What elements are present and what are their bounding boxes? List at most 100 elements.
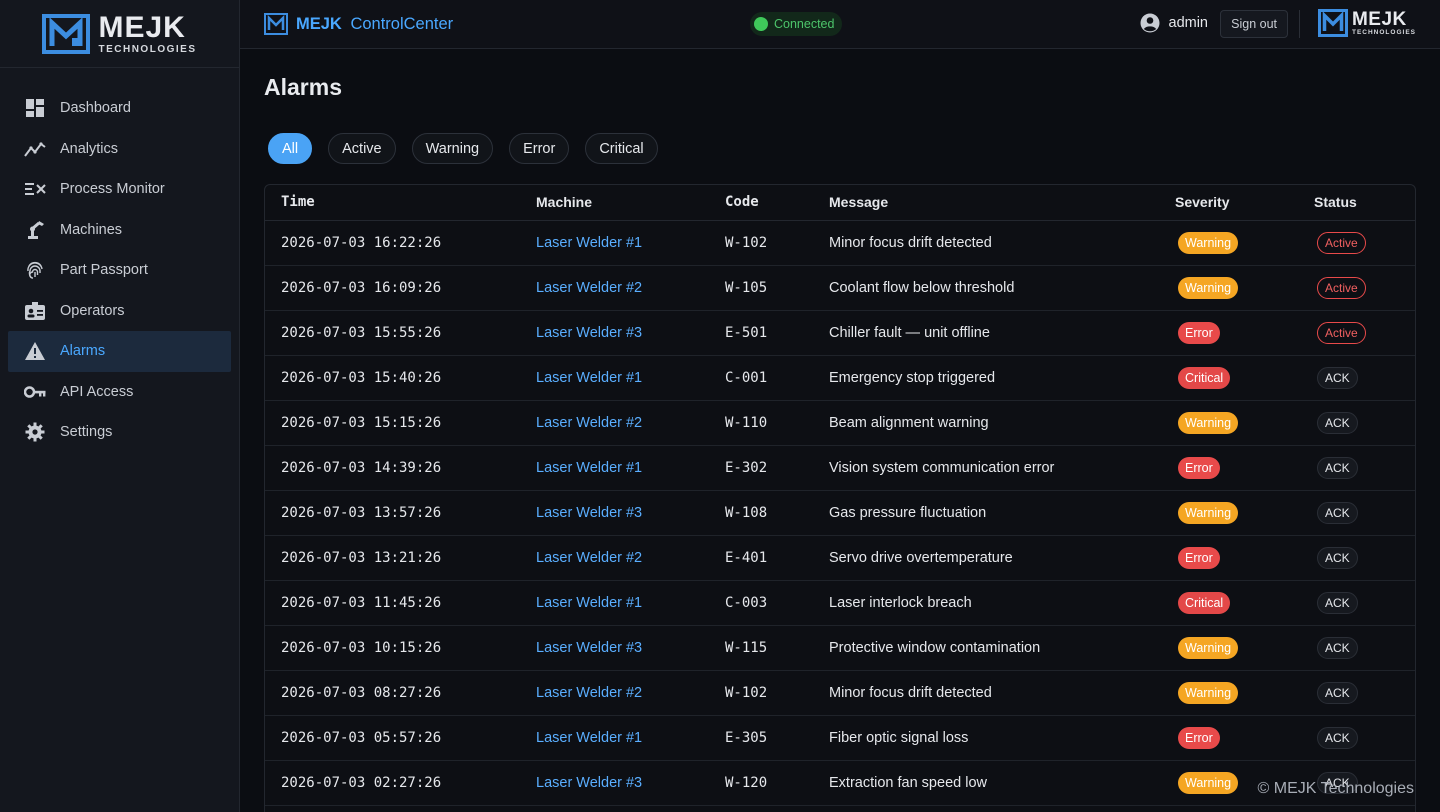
status-badge[interactable]: ACK [1317,681,1358,704]
machine-link[interactable]: Laser Welder #3 [536,775,642,791]
alarm-message: Servo drive overtemperature [829,535,1175,581]
sidebar-item-settings[interactable]: Settings [8,412,231,453]
sign-out-button[interactable]: Sign out [1220,10,1288,38]
column-header-severity[interactable]: Severity [1175,185,1314,221]
table-row[interactable]: 2026-07-03 10:15:26 Laser Welder #3 W-115 P… [265,625,1415,671]
alarm-message: Minor focus drift detected [829,670,1175,716]
alarm-code: E-401 [725,535,829,581]
filter-chip-error[interactable]: Error [509,133,570,164]
table-row[interactable]: 2026-07-03 15:40:26 Laser Welder #1 C-001 E… [265,355,1415,401]
column-header-code[interactable]: Code [725,185,829,221]
alarm-code: W-102 [725,220,829,266]
table-row[interactable]: 2026-07-03 13:21:26 Laser Welder #2 E-401 S… [265,535,1415,581]
sidebar-item-alarms[interactable]: Alarms [8,331,231,372]
machine-link[interactable]: Laser Welder #1 [536,235,642,251]
machine-link[interactable]: Laser Welder #3 [536,640,642,656]
key-icon [24,381,46,403]
alarm-message: Chiller fault — unit offline [829,310,1175,356]
logo-name: MEJK [98,10,186,44]
column-header-message[interactable]: Message [829,185,1175,221]
status-badge[interactable]: ACK [1317,501,1358,524]
machine-link[interactable]: Laser Welder #2 [536,685,642,701]
table-row[interactable]: 2026-07-03 14:39:26 Laser Welder #1 E-302 V… [265,445,1415,491]
severity-badge: Warning [1178,231,1239,254]
table-row[interactable]: 2026-07-03 16:22:26 Laser Welder #1 W-102 M… [265,220,1415,266]
gear-icon [24,421,46,443]
status-badge[interactable]: ACK [1317,546,1358,569]
filter-chip-active[interactable]: Active [328,133,396,164]
alarms-table: Time Machine Code Message Severity Statu… [265,185,1415,806]
sidebar-item-part-passport[interactable]: Part Passport [8,250,231,291]
status-badge[interactable]: Active [1317,276,1366,299]
sidebar-item-machines[interactable]: Machines [8,210,231,251]
sidebar-logo[interactable]: MEJK TECHNOLOGIES [0,0,239,68]
filter-chip-all[interactable]: All [268,133,313,164]
alarm-message: Emergency stop triggered [829,355,1175,401]
table-row[interactable]: 2026-07-03 13:57:26 Laser Welder #3 W-108 G… [265,490,1415,536]
sidebar-item-operators[interactable]: Operators [8,291,231,332]
alarms-table-container[interactable]: Time Machine Code Message Severity Statu… [264,184,1416,812]
alarm-time: 2026-07-03 16:22:26 [265,220,536,266]
user-menu[interactable]: admin [1140,13,1209,33]
alarm-code: E-305 [725,715,829,761]
alarm-message: Coolant flow below threshold [829,265,1175,311]
severity-badge: Warning [1178,276,1239,299]
sidebar-item-api-access[interactable]: API Access [8,372,231,413]
table-row[interactable]: 2026-07-03 11:45:26 Laser Welder #1 C-003 L… [265,580,1415,626]
alarm-time: 2026-07-03 02:27:26 [265,760,536,806]
table-row[interactable]: 2026-07-03 05:57:26 Laser Welder #1 E-305 F… [265,715,1415,761]
machine-link[interactable]: Laser Welder #2 [536,550,642,566]
sidebar-item-analytics[interactable]: Analytics [8,129,231,170]
username: admin [1168,15,1209,31]
alarm-message: Vision system communication error [829,445,1175,491]
table-header-row: Time Machine Code Message Severity Statu… [265,185,1415,221]
column-header-machine[interactable]: Machine [536,185,725,221]
sidebar-nav: Dashboard Analytics Process Monitor Mach… [0,68,239,453]
alarm-message: Minor focus drift detected [829,220,1175,266]
machine-link[interactable]: Laser Welder #1 [536,595,642,611]
table-row[interactable]: 2026-07-03 15:15:26 Laser Welder #2 W-110 B… [265,400,1415,446]
alarm-message: Extraction fan speed low [829,760,1175,806]
table-row[interactable]: 2026-07-03 16:09:26 Laser Welder #2 W-105 C… [265,265,1415,311]
filter-chip-critical[interactable]: Critical [585,133,658,164]
machine-link[interactable]: Laser Welder #1 [536,730,642,746]
sidebar-item-label: Alarms [60,343,106,360]
table-row[interactable]: 2026-07-03 15:55:26 Laser Welder #3 E-501 C… [265,310,1415,356]
sidebar-item-process-monitor[interactable]: Process Monitor [8,169,231,210]
machine-link[interactable]: Laser Welder #2 [536,415,642,431]
column-header-status[interactable]: Status [1314,185,1415,221]
machine-link[interactable]: Laser Welder #2 [536,280,642,296]
table-row[interactable]: 2026-07-03 02:27:26 Laser Welder #3 W-120 E… [265,760,1415,806]
table-row[interactable]: 2026-07-03 08:27:26 Laser Welder #2 W-102 M… [265,670,1415,716]
status-badge[interactable]: Active [1317,231,1366,254]
alarm-message: Gas pressure fluctuation [829,490,1175,536]
alarm-message: Beam alignment warning [829,400,1175,446]
sidebar: MEJK TECHNOLOGIES Dashboard Analytics Pr… [0,0,240,812]
dashboard-icon [24,97,46,119]
app-brand[interactable]: MEJK ControlCenter [264,13,453,35]
sidebar-item-label: Operators [60,302,125,319]
status-badge[interactable]: ACK [1317,456,1358,479]
filter-chip-warning[interactable]: Warning [411,133,494,164]
status-badge[interactable]: Active [1317,321,1366,344]
machine-link[interactable]: Laser Welder #1 [536,370,642,386]
severity-badge: Critical [1178,366,1231,389]
severity-badge: Warning [1178,411,1239,434]
machine-link[interactable]: Laser Welder #3 [536,505,642,521]
alarm-code: W-120 [725,760,829,806]
header-logo-name: MEJK [1351,8,1407,30]
column-header-time[interactable]: Time [265,185,536,221]
status-badge[interactable]: ACK [1317,411,1358,434]
status-badge[interactable]: ACK [1317,636,1358,659]
copyright-watermark: © MEJK Technologies [1257,780,1414,797]
severity-badge: Error [1178,321,1220,344]
status-badge[interactable]: ACK [1317,366,1358,389]
alarm-code: W-105 [725,265,829,311]
status-badge[interactable]: ACK [1317,726,1358,749]
alarm-time: 2026-07-03 15:55:26 [265,310,536,356]
machine-link[interactable]: Laser Welder #3 [536,325,642,341]
machine-link[interactable]: Laser Welder #1 [536,460,642,476]
mejk-logo-mark-icon [1317,9,1348,37]
sidebar-item-dashboard[interactable]: Dashboard [8,88,231,129]
status-badge[interactable]: ACK [1317,591,1358,614]
